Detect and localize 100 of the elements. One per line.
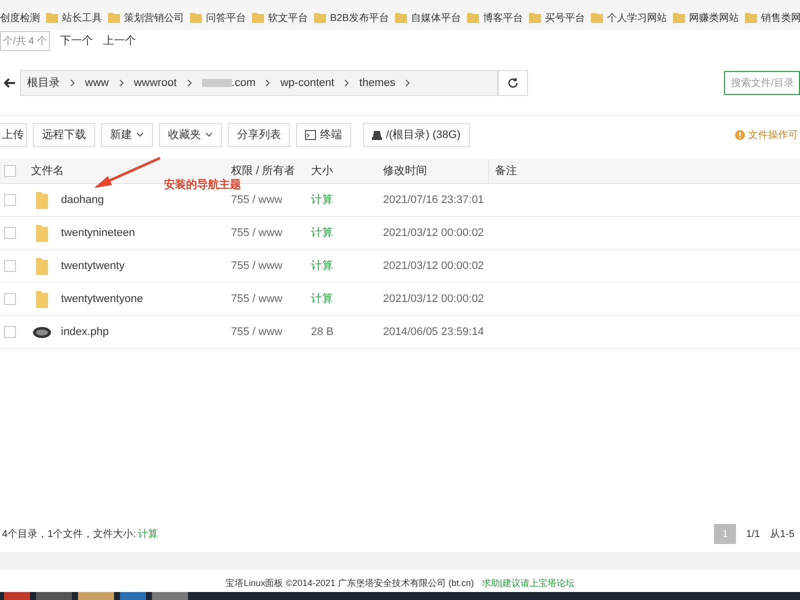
folder-icon <box>46 13 58 23</box>
table-cell-text: 2021/03/12 00:00:02 <box>383 258 485 274</box>
bookmark[interactable]: 网赚类网站 <box>672 10 739 26</box>
taskbar-icon[interactable] <box>152 592 188 600</box>
toolbar-button[interactable]: 终端 <box>296 123 351 147</box>
page-range: 从1-5 <box>770 528 796 542</box>
copyright-text: 宝塔Linux面板 ©2014-2021 广东堡塔安全技术有限公司 (bt.cn) <box>226 576 474 590</box>
folder-icon <box>108 13 120 23</box>
file-row[interactable]: twentytwentyone 755 / www 计算 2021/03/12 00:00:02 <box>0 283 800 316</box>
file-row[interactable]: twentytwenty 755 / www 计算 2021/03/12 00:00:02 <box>0 250 800 283</box>
bookmark[interactable]: 创度检测 <box>0 10 40 26</box>
search-field[interactable]: 搜索文件/目录 <box>724 71 800 95</box>
table-cell-text: 2014/06/05 23:59:14 <box>383 324 485 340</box>
table-cell-text: 755 / www <box>231 192 284 208</box>
file-name[interactable]: twentytwenty <box>61 258 125 274</box>
bookmark[interactable]: 买号平台 <box>528 10 585 26</box>
row-checkbox[interactable] <box>4 326 16 338</box>
bookmark[interactable]: 问答平台 <box>190 10 246 26</box>
page-total: 1/1 <box>745 528 761 542</box>
file-row[interactable]: index.php 755 / www 28 B 2014/06/05 23:59:14 <box>0 316 800 349</box>
bookmark[interactable]: 站长工具 <box>46 10 102 26</box>
breadcrumb-item[interactable]: .com <box>232 74 256 92</box>
select-all-checkbox[interactable] <box>4 165 16 177</box>
breadcrumb-item[interactable]: themes <box>359 74 396 92</box>
bookmark[interactable]: 自媒体平台 <box>394 10 461 26</box>
refresh-icon <box>507 77 519 89</box>
row-checkbox[interactable] <box>4 293 16 305</box>
taskbar-icon[interactable] <box>78 592 114 600</box>
breadcrumb-item[interactable]: wp-content <box>280 74 334 92</box>
toolbar-button[interactable]: 远程下载 <box>33 123 95 147</box>
folder-icon <box>744 13 757 23</box>
folder-icon <box>528 13 541 23</box>
file-name[interactable]: twentynineteen <box>61 224 135 242</box>
row-checkbox[interactable] <box>4 227 16 239</box>
row-checkbox[interactable] <box>4 260 16 272</box>
row-checkbox[interactable] <box>4 194 16 206</box>
chevron-icon <box>136 131 144 139</box>
column-header[interactable]: 文件名 <box>31 162 231 180</box>
table-cell-text: 2021/03/12 00:00:02 <box>383 292 485 307</box>
column-header[interactable]: 修改时间 <box>383 158 489 184</box>
folder-icon <box>394 13 407 23</box>
file-name[interactable]: twentytwentyone <box>61 290 143 308</box>
table-cell-text: 755 / www <box>231 292 284 307</box>
folder-icon <box>35 289 49 309</box>
taskbar-icon[interactable] <box>120 592 146 600</box>
separator-icon <box>344 79 350 87</box>
folder-icon <box>35 256 49 276</box>
info-icon <box>735 130 745 140</box>
breadcrumb-item[interactable]: www <box>85 74 109 92</box>
separator-icon <box>118 79 124 87</box>
folder-icon <box>35 223 49 243</box>
separator-icon <box>70 79 75 87</box>
taskbar-icon[interactable] <box>36 592 72 600</box>
folder-icon <box>590 13 603 23</box>
column-header[interactable]: 备注 <box>489 162 517 180</box>
file-row[interactable]: twentynineteen 755 / www 计算 2021/03/12 00:00:02 <box>0 217 800 250</box>
back-icon[interactable] <box>4 78 16 88</box>
bookmark[interactable]: 销售类网 <box>744 10 800 26</box>
toolbar-button[interactable]: 上传 <box>0 123 27 147</box>
bookmark[interactable]: 博客平台 <box>466 10 523 26</box>
annotation-arrow <box>92 156 162 190</box>
bookmark[interactable]: B2B发布平台 <box>314 10 389 26</box>
file-name[interactable]: daohang <box>61 192 104 208</box>
folder-icon <box>466 13 479 23</box>
folder-icon <box>190 13 202 23</box>
toolbar-button[interactable]: 收藏夹 <box>159 123 222 147</box>
table-cell-text: 2021/07/16 23:37:01 <box>383 192 485 208</box>
find-button[interactable]: 上一个 <box>103 32 136 50</box>
breadcrumb-item[interactable]: 根目录 <box>27 74 60 92</box>
folder-icon <box>672 13 685 23</box>
toolbar-button[interactable]: /(根目录) (38G) <box>363 123 470 147</box>
separator-icon <box>265 79 270 87</box>
bookmark[interactable]: 策划营销公司 <box>108 10 184 26</box>
breadcrumb-item[interactable]: wwwroot <box>134 74 177 92</box>
terminal-icon <box>305 130 316 140</box>
taskbar-icon[interactable] <box>4 592 30 600</box>
blurred-text <box>202 79 232 87</box>
separator-icon <box>405 79 410 87</box>
file-name[interactable]: index.php <box>61 324 109 340</box>
php-icon <box>33 326 51 338</box>
table-cell-text: 28 B <box>311 324 335 340</box>
summary-text: 4个目录，1个文件，文件大小: <box>2 528 136 542</box>
notice-text: 文件操作可 <box>748 128 798 142</box>
separator-icon <box>186 79 192 87</box>
column-header[interactable]: 大小 <box>311 162 383 180</box>
find-field[interactable]: 个/共 4 个 <box>0 31 50 51</box>
table-cell-text: 755 / www <box>231 226 284 241</box>
toolbar-button[interactable]: 分享列表 <box>228 123 290 147</box>
folder-icon <box>314 13 326 23</box>
folder-icon <box>35 190 49 210</box>
bookmark[interactable]: 个人学习网站 <box>590 10 667 26</box>
column-header[interactable]: 权限 / 所有者 <box>231 162 311 180</box>
table-cell-text: 755 / www <box>231 258 284 274</box>
find-button[interactable]: 下一个 <box>60 32 93 50</box>
table-cell-text: 2021/03/12 00:00:02 <box>383 226 485 241</box>
bookmark[interactable]: 软文平台 <box>252 10 308 26</box>
toolbar-button[interactable]: 新建 <box>101 123 153 147</box>
refresh-button[interactable] <box>498 70 528 96</box>
table-cell-text: 755 / www <box>231 324 284 340</box>
folder-icon <box>252 13 264 23</box>
